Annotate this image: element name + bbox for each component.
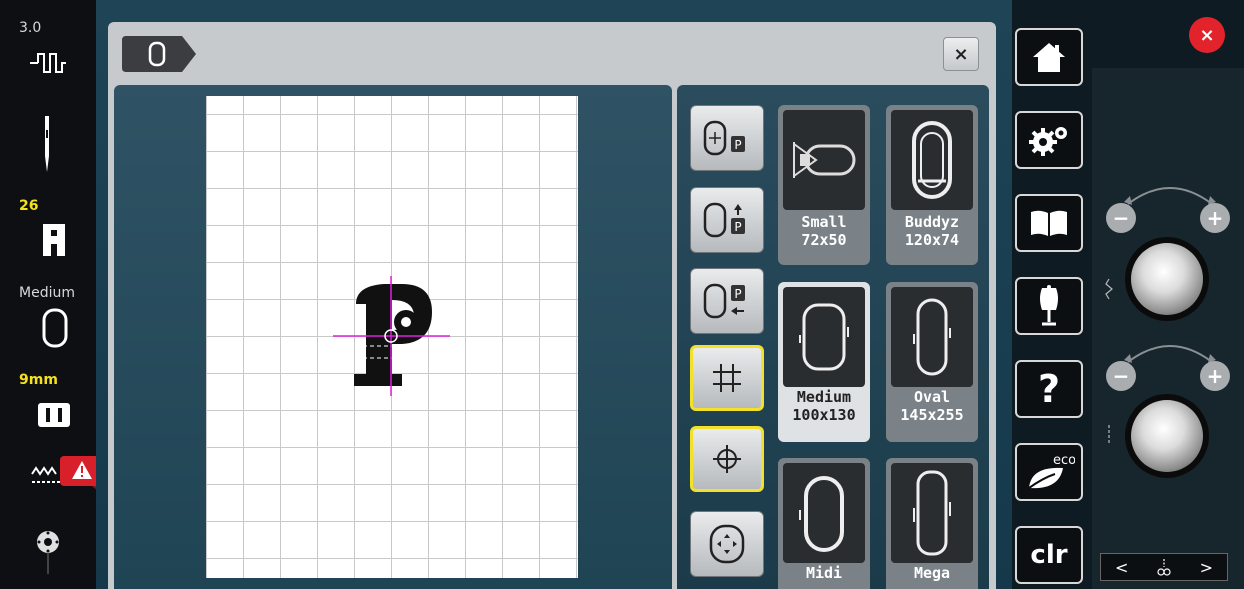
- help-icon: ?: [1037, 367, 1061, 411]
- buddyz-hoop-icon: [912, 121, 952, 199]
- eco-leaf-icon: eco: [1028, 453, 1075, 489]
- hoop-name: Buddyz: [904, 213, 960, 231]
- hoop-card-mega[interactable]: Mega: [886, 458, 978, 589]
- home-button[interactable]: [1015, 28, 1083, 86]
- crosshair-icon: [713, 445, 741, 473]
- move-hoop-left-button[interactable]: P: [690, 268, 764, 334]
- clear-button[interactable]: clr: [1015, 526, 1083, 584]
- sewing-consultant-button[interactable]: [1015, 277, 1083, 335]
- stitch-pattern-icon[interactable]: [28, 48, 68, 78]
- hoop-back-p-icon: P: [703, 202, 745, 238]
- svg-text:P: P: [734, 138, 741, 152]
- hoop-tab-icon: [122, 36, 196, 72]
- upper-knob-minus-button[interactable]: −: [1106, 203, 1136, 233]
- hoop-center-p-icon: P: [703, 120, 745, 156]
- hoop-size: 120x74: [904, 231, 960, 249]
- hoop-trace-button[interactable]: [690, 511, 764, 577]
- eco-label: eco: [1053, 453, 1075, 468]
- svg-text:P: P: [734, 220, 741, 234]
- hoop-card-medium[interactable]: Medium 100x130: [778, 282, 870, 442]
- stitch-symbol-icon: [1157, 559, 1171, 576]
- midi-hoop-icon: [799, 476, 844, 552]
- grid-icon: [713, 364, 741, 392]
- medium-hoop-icon: [799, 303, 849, 371]
- minus-icon: −: [1112, 364, 1130, 388]
- hoop-name: Small: [801, 213, 847, 231]
- lower-knob-plus-button[interactable]: +: [1200, 361, 1230, 391]
- upper-knob[interactable]: [1131, 243, 1203, 315]
- knob-navigation: < >: [1100, 553, 1228, 581]
- hoop-name: Midi: [805, 564, 843, 582]
- clr-label: clr: [1030, 540, 1068, 570]
- hoop-move-arrows-icon: [709, 524, 745, 564]
- small-hoop-icon: [793, 142, 856, 178]
- center-cross-toggle-button[interactable]: [690, 426, 764, 492]
- oval-hoop-icon: [913, 298, 951, 376]
- dress-form-icon: [1040, 285, 1058, 326]
- move-hoop-back-button[interactable]: P: [690, 187, 764, 253]
- eco-mode-button[interactable]: eco: [1015, 443, 1083, 501]
- stitch-plate-icon[interactable]: [37, 402, 71, 428]
- mega-hoop-icon: [913, 470, 951, 556]
- home-icon: [1033, 43, 1065, 72]
- hoop-status-label: Medium: [19, 285, 75, 301]
- hoop-card-oval[interactable]: Oval 145x255: [886, 282, 978, 442]
- prev-button[interactable]: <: [1115, 558, 1128, 577]
- hoop-small-thumbnail: [783, 110, 865, 210]
- hoop-oval-thumbnail: [891, 287, 973, 387]
- center-design-button[interactable]: P: [690, 105, 764, 171]
- version-label: 3.0: [19, 20, 42, 36]
- stitch-width-label: 9mm: [19, 372, 58, 388]
- dialog-close-button[interactable]: ×: [943, 37, 979, 71]
- hoop-medium-thumbnail: [783, 287, 865, 387]
- upper-knob-arc-icon: [1124, 187, 1216, 205]
- hoop-midi-thumbnail: [783, 463, 865, 563]
- hoop-left-p-icon: P: [703, 283, 745, 319]
- hoop-size: 145x255: [900, 406, 964, 424]
- hoop-card-small[interactable]: Small 72x50: [778, 105, 870, 265]
- hoop-grid-canvas[interactable]: [206, 96, 578, 578]
- lower-knob-minus-button[interactable]: −: [1106, 361, 1136, 391]
- presser-foot-icon[interactable]: [40, 222, 68, 258]
- gears-icon: [1029, 127, 1067, 156]
- needle-icon[interactable]: [40, 116, 54, 174]
- hoop-card-midi[interactable]: Midi: [778, 458, 870, 589]
- hoop-size: 72x50: [801, 231, 847, 249]
- settings-button[interactable]: [1015, 111, 1083, 169]
- hoop-size: 100x130: [792, 406, 856, 424]
- lower-knob-arc-icon: [1124, 345, 1216, 363]
- hoop-card-buddyz[interactable]: Buddyz 120x74: [886, 105, 978, 265]
- knob-panel: [1092, 68, 1244, 589]
- stitch-length-icon: [1108, 425, 1110, 445]
- hoop-name: Oval: [913, 388, 951, 406]
- tutorial-button[interactable]: [1015, 194, 1083, 252]
- upper-knob-plus-button[interactable]: +: [1200, 203, 1230, 233]
- bobbin-icon[interactable]: [36, 530, 60, 576]
- svg-text:P: P: [734, 287, 741, 301]
- minus-icon: −: [1112, 206, 1130, 230]
- left-status-bar: 3.0 26 Medium 9mm: [0, 0, 104, 589]
- hoop-name: Medium: [796, 388, 852, 406]
- plus-icon: +: [1206, 364, 1224, 388]
- hoop-name: Mega: [913, 564, 951, 582]
- hoop-buddyz-thumbnail: [891, 110, 973, 210]
- window-close-button[interactable]: ×: [1189, 17, 1225, 53]
- close-icon: ×: [1199, 24, 1215, 46]
- lower-knob[interactable]: [1131, 400, 1203, 472]
- screen: 3.0 26 Medium 9mm × P P P Small 72x50 Bu…: [0, 0, 1244, 589]
- embroidery-design-letter-p[interactable]: [206, 96, 578, 578]
- book-icon: [1031, 210, 1067, 236]
- hoop-icon[interactable]: [40, 307, 70, 349]
- needle-number: 26: [19, 198, 39, 214]
- plus-icon: +: [1206, 206, 1224, 230]
- next-button[interactable]: >: [1200, 558, 1213, 577]
- hoop-mega-thumbnail: [891, 463, 973, 563]
- help-button[interactable]: ?: [1015, 360, 1083, 418]
- stitch-width-icon: [1105, 278, 1113, 300]
- close-icon: ×: [953, 43, 969, 65]
- grid-toggle-button[interactable]: [690, 345, 764, 411]
